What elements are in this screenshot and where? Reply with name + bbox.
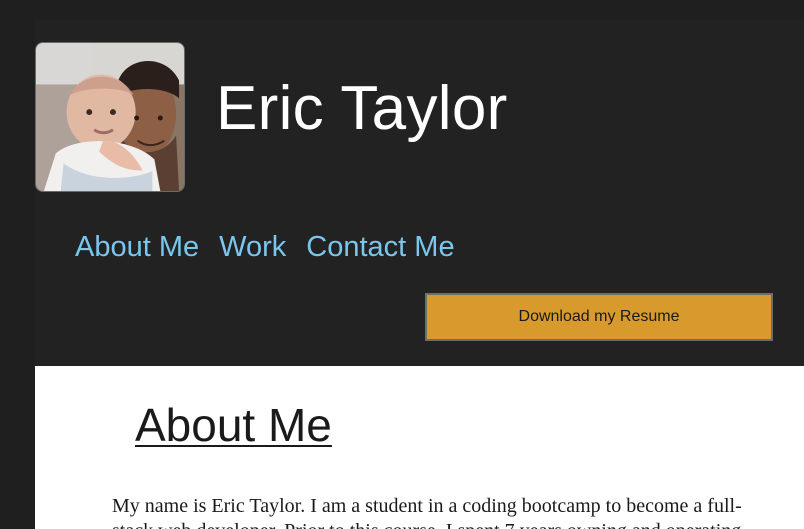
- nav-work-link[interactable]: Work: [219, 231, 286, 264]
- download-resume-button[interactable]: Download my Resume: [425, 293, 773, 341]
- profile-photo: [36, 43, 184, 191]
- profile-avatar: [35, 42, 185, 192]
- nav-contact-me-link[interactable]: Contact Me: [306, 231, 454, 264]
- about-section: About Me My name is Eric Taylor. I am a …: [35, 366, 804, 529]
- nav-about-me-link[interactable]: About Me: [75, 231, 199, 264]
- site-header: Eric Taylor About Me Work Contact Me Dow…: [35, 20, 804, 366]
- portfolio-page: Eric Taylor About Me Work Contact Me Dow…: [35, 20, 804, 529]
- site-title: Eric Taylor: [216, 74, 508, 143]
- about-heading: About Me: [135, 399, 332, 451]
- about-description: My name is Eric Taylor. I am a student i…: [112, 495, 742, 529]
- main-navigation: About Me Work Contact Me: [75, 231, 455, 264]
